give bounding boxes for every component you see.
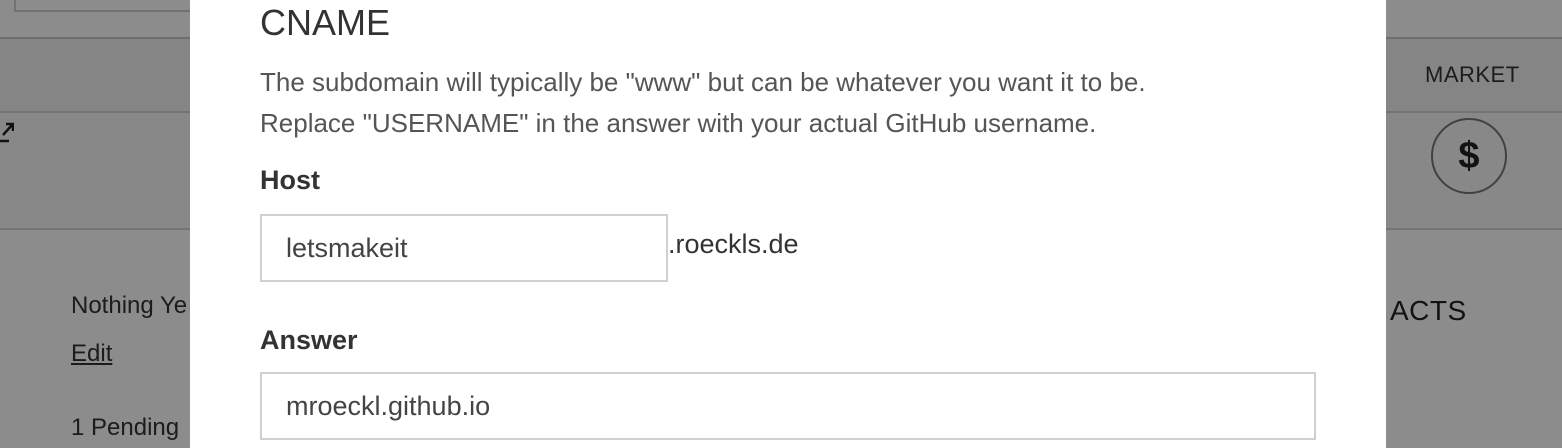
- host-label: Host: [260, 165, 320, 195]
- host-domain-suffix: .roeckls.de: [668, 229, 799, 259]
- modal-description: The subdomain will typically be "www" bu…: [260, 62, 1340, 144]
- description-line-1: The subdomain will typically be "www" bu…: [260, 67, 1146, 97]
- cname-modal: CNAME The subdomain will typically be "w…: [190, 0, 1386, 448]
- modal-title: CNAME: [260, 2, 391, 43]
- answer-label: Answer: [260, 325, 358, 355]
- answer-input[interactable]: [260, 372, 1316, 440]
- description-line-2: Replace "USERNAME" in the answer with yo…: [260, 108, 1097, 138]
- host-input[interactable]: [260, 214, 668, 282]
